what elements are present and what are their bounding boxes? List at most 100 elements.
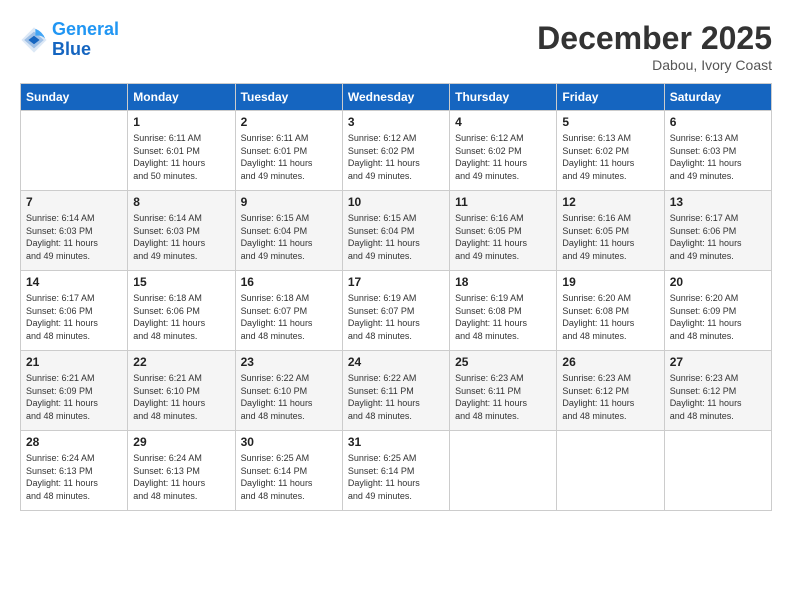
day-number: 23 <box>241 355 337 369</box>
day-number: 20 <box>670 275 766 289</box>
day-info: Sunrise: 6:22 AM Sunset: 6:10 PM Dayligh… <box>241 372 337 422</box>
day-info: Sunrise: 6:21 AM Sunset: 6:10 PM Dayligh… <box>133 372 229 422</box>
day-info: Sunrise: 6:20 AM Sunset: 6:08 PM Dayligh… <box>562 292 658 342</box>
calendar-cell: 26 Sunrise: 6:23 AM Sunset: 6:12 PM Dayli… <box>557 351 664 431</box>
day-number: 25 <box>455 355 551 369</box>
day-info: Sunrise: 6:23 AM Sunset: 6:11 PM Dayligh… <box>455 372 551 422</box>
calendar-week-row: 21Sunrise: 6:21 AM Sunset: 6:09 PM Dayli… <box>21 351 772 431</box>
calendar-cell: 12Sunrise: 6:16 AM Sunset: 6:05 PM Dayli… <box>557 191 664 271</box>
page-header: General Blue December 2025 Dabou, Ivory … <box>20 20 772 73</box>
calendar-cell: 31 Sunrise: 6:25 AM Sunset: 6:14 PM Dayli… <box>342 431 449 511</box>
calendar-cell: 13 Sunrise: 6:17 AM Sunset: 6:06 PM Dayli… <box>664 191 771 271</box>
calendar-cell: 10Sunrise: 6:15 AM Sunset: 6:04 PM Dayli… <box>342 191 449 271</box>
day-number: 1 <box>133 115 229 129</box>
day-info: Sunrise: 6:24 AM Sunset: 6:13 PM Dayligh… <box>26 452 122 502</box>
day-number: 5 <box>562 115 658 129</box>
calendar-cell <box>450 431 557 511</box>
title-block: December 2025 Dabou, Ivory Coast <box>537 20 772 73</box>
day-number: 11 <box>455 195 551 209</box>
day-number: 2 <box>241 115 337 129</box>
calendar-cell: 3 Sunrise: 6:12 AM Sunset: 6:02 PM Daylig… <box>342 111 449 191</box>
day-info: Sunrise: 6:19 AM Sunset: 6:07 PM Dayligh… <box>348 292 444 342</box>
calendar-cell: 2 Sunrise: 6:11 AM Sunset: 6:01 PM Daylig… <box>235 111 342 191</box>
calendar-week-row: 7 Sunrise: 6:14 AM Sunset: 6:03 PM Daylig… <box>21 191 772 271</box>
col-header-tuesday: Tuesday <box>235 84 342 111</box>
day-info: Sunrise: 6:16 AM Sunset: 6:05 PM Dayligh… <box>455 212 551 262</box>
logo-text: General Blue <box>52 20 119 60</box>
day-info: Sunrise: 6:18 AM Sunset: 6:06 PM Dayligh… <box>133 292 229 342</box>
day-number: 31 <box>348 435 444 449</box>
day-number: 30 <box>241 435 337 449</box>
day-number: 24 <box>348 355 444 369</box>
col-header-monday: Monday <box>128 84 235 111</box>
calendar-cell: 17Sunrise: 6:19 AM Sunset: 6:07 PM Dayli… <box>342 271 449 351</box>
col-header-saturday: Saturday <box>664 84 771 111</box>
day-number: 13 <box>670 195 766 209</box>
calendar-cell: 25 Sunrise: 6:23 AM Sunset: 6:11 PM Dayli… <box>450 351 557 431</box>
calendar-cell: 29Sunrise: 6:24 AM Sunset: 6:13 PM Dayli… <box>128 431 235 511</box>
day-number: 12 <box>562 195 658 209</box>
day-number: 14 <box>26 275 122 289</box>
day-number: 4 <box>455 115 551 129</box>
day-number: 7 <box>26 195 122 209</box>
calendar-cell: 4 Sunrise: 6:12 AM Sunset: 6:02 PM Daylig… <box>450 111 557 191</box>
col-header-thursday: Thursday <box>450 84 557 111</box>
day-number: 28 <box>26 435 122 449</box>
calendar-cell: 9 Sunrise: 6:15 AM Sunset: 6:04 PM Daylig… <box>235 191 342 271</box>
day-number: 3 <box>348 115 444 129</box>
day-info: Sunrise: 6:25 AM Sunset: 6:14 PM Dayligh… <box>348 452 444 502</box>
calendar-header-row: SundayMondayTuesdayWednesdayThursdayFrid… <box>21 84 772 111</box>
col-header-friday: Friday <box>557 84 664 111</box>
day-info: Sunrise: 6:13 AM Sunset: 6:03 PM Dayligh… <box>670 132 766 182</box>
calendar-cell: 8Sunrise: 6:14 AM Sunset: 6:03 PM Daylig… <box>128 191 235 271</box>
day-number: 10 <box>348 195 444 209</box>
logo: General Blue <box>20 20 119 60</box>
col-header-wednesday: Wednesday <box>342 84 449 111</box>
calendar-cell <box>21 111 128 191</box>
day-info: Sunrise: 6:23 AM Sunset: 6:12 PM Dayligh… <box>562 372 658 422</box>
calendar-cell: 22Sunrise: 6:21 AM Sunset: 6:10 PM Dayli… <box>128 351 235 431</box>
calendar-cell <box>664 431 771 511</box>
day-info: Sunrise: 6:25 AM Sunset: 6:14 PM Dayligh… <box>241 452 337 502</box>
location-subtitle: Dabou, Ivory Coast <box>537 57 772 73</box>
day-info: Sunrise: 6:14 AM Sunset: 6:03 PM Dayligh… <box>26 212 122 262</box>
calendar-cell: 1Sunrise: 6:11 AM Sunset: 6:01 PM Daylig… <box>128 111 235 191</box>
day-number: 15 <box>133 275 229 289</box>
day-info: Sunrise: 6:24 AM Sunset: 6:13 PM Dayligh… <box>133 452 229 502</box>
day-info: Sunrise: 6:17 AM Sunset: 6:06 PM Dayligh… <box>670 212 766 262</box>
day-number: 26 <box>562 355 658 369</box>
calendar-cell: 5 Sunrise: 6:13 AM Sunset: 6:02 PM Daylig… <box>557 111 664 191</box>
day-info: Sunrise: 6:18 AM Sunset: 6:07 PM Dayligh… <box>241 292 337 342</box>
day-info: Sunrise: 6:17 AM Sunset: 6:06 PM Dayligh… <box>26 292 122 342</box>
calendar-cell: 27Sunrise: 6:23 AM Sunset: 6:12 PM Dayli… <box>664 351 771 431</box>
day-info: Sunrise: 6:20 AM Sunset: 6:09 PM Dayligh… <box>670 292 766 342</box>
calendar-cell: 18Sunrise: 6:19 AM Sunset: 6:08 PM Dayli… <box>450 271 557 351</box>
calendar-cell: 19 Sunrise: 6:20 AM Sunset: 6:08 PM Dayli… <box>557 271 664 351</box>
day-info: Sunrise: 6:11 AM Sunset: 6:01 PM Dayligh… <box>241 132 337 182</box>
day-number: 16 <box>241 275 337 289</box>
day-info: Sunrise: 6:12 AM Sunset: 6:02 PM Dayligh… <box>455 132 551 182</box>
day-info: Sunrise: 6:15 AM Sunset: 6:04 PM Dayligh… <box>241 212 337 262</box>
calendar-cell: 7 Sunrise: 6:14 AM Sunset: 6:03 PM Daylig… <box>21 191 128 271</box>
day-number: 9 <box>241 195 337 209</box>
col-header-sunday: Sunday <box>21 84 128 111</box>
day-info: Sunrise: 6:19 AM Sunset: 6:08 PM Dayligh… <box>455 292 551 342</box>
day-number: 8 <box>133 195 229 209</box>
calendar-cell: 20 Sunrise: 6:20 AM Sunset: 6:09 PM Dayli… <box>664 271 771 351</box>
calendar-week-row: 28 Sunrise: 6:24 AM Sunset: 6:13 PM Dayli… <box>21 431 772 511</box>
calendar-cell: 30 Sunrise: 6:25 AM Sunset: 6:14 PM Dayli… <box>235 431 342 511</box>
calendar-cell: 24Sunrise: 6:22 AM Sunset: 6:11 PM Dayli… <box>342 351 449 431</box>
month-title: December 2025 <box>537 20 772 57</box>
day-number: 21 <box>26 355 122 369</box>
calendar-cell: 14 Sunrise: 6:17 AM Sunset: 6:06 PM Dayli… <box>21 271 128 351</box>
logo-general: General <box>52 19 119 39</box>
calendar-cell: 6Sunrise: 6:13 AM Sunset: 6:03 PM Daylig… <box>664 111 771 191</box>
logo-blue: Blue <box>52 39 91 59</box>
calendar-cell: 16 Sunrise: 6:18 AM Sunset: 6:07 PM Dayli… <box>235 271 342 351</box>
calendar-cell: 23 Sunrise: 6:22 AM Sunset: 6:10 PM Dayli… <box>235 351 342 431</box>
day-info: Sunrise: 6:12 AM Sunset: 6:02 PM Dayligh… <box>348 132 444 182</box>
day-number: 19 <box>562 275 658 289</box>
day-number: 27 <box>670 355 766 369</box>
day-info: Sunrise: 6:13 AM Sunset: 6:02 PM Dayligh… <box>562 132 658 182</box>
calendar-cell: 21Sunrise: 6:21 AM Sunset: 6:09 PM Dayli… <box>21 351 128 431</box>
